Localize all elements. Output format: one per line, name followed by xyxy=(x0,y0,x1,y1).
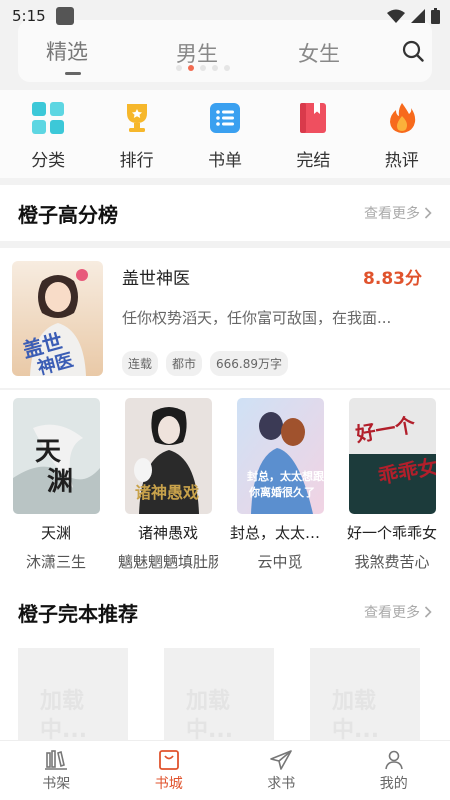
book-icon xyxy=(295,100,331,136)
bottom-nav: 书架 书城 求书 我的 xyxy=(0,740,450,800)
book-item[interactable]: 诸神愚戏 诸神愚戏 魑魅魍魉填肚肠 xyxy=(118,398,218,572)
book-cover: 封总，太太想跟 你离婚很久了 xyxy=(236,398,324,514)
battery-icon xyxy=(431,8,440,24)
list-icon xyxy=(207,100,243,136)
profile-icon xyxy=(384,750,403,769)
book-author: 云中觅 xyxy=(257,553,303,571)
grid-icon xyxy=(30,100,66,136)
category-ranking[interactable]: 排行 xyxy=(102,90,172,178)
featured-title: 盖世神医 xyxy=(122,269,190,289)
nav-bookshelf[interactable]: 书架 xyxy=(0,741,113,800)
featured-score: 8.83分 xyxy=(363,269,422,289)
notification-icon xyxy=(55,7,74,25)
book-author: 沐潇三生 xyxy=(25,553,86,571)
high-score-header: 橙子高分榜 查看更多 xyxy=(0,185,450,241)
category-row: 分类 排行 书单 完结 热评 xyxy=(0,90,450,178)
category-completed[interactable]: 完结 xyxy=(278,90,348,178)
book-cover: 好一个 乖乖女 xyxy=(348,398,436,514)
book-item[interactable]: 封总，太太想跟 你离婚很久了 封总，太太想... 云中觅 xyxy=(230,398,330,572)
category-hot-comments[interactable]: 热评 xyxy=(367,90,437,178)
bookshelf-icon xyxy=(45,749,68,770)
carousel-dots xyxy=(176,65,230,71)
section-title: 橙子完本推荐 xyxy=(18,601,138,626)
tab-female[interactable]: 女生 xyxy=(298,38,340,68)
trophy-icon xyxy=(119,100,155,136)
complete-more-link[interactable]: 查看更多 xyxy=(364,602,432,622)
svg-text:诸神愚戏: 诸神愚戏 xyxy=(135,483,199,502)
tag-genre: 都市 xyxy=(166,351,203,376)
loading-placeholder: 加载中... xyxy=(310,648,420,743)
high-score-grid: 天 渊 天渊 沐潇三生 诸神愚戏 诸神愚戏 魑魅魍魉填肚肠 封总，太太想跟 你离… xyxy=(0,390,450,585)
svg-text:你离婚很久了: 你离婚很久了 xyxy=(248,485,315,499)
section-title: 橙子高分榜 xyxy=(18,202,118,227)
book-cover: 诸神愚戏 xyxy=(124,398,212,514)
status-time: 5:15 xyxy=(12,7,46,25)
complete-placeholders: 加载中... 加载中... 加载中... xyxy=(0,640,450,743)
loading-placeholder: 加载中... xyxy=(164,648,274,743)
loading-placeholder: 加载中... xyxy=(18,648,128,743)
book-author: 魑魅魍魉填肚肠 xyxy=(118,553,218,571)
chevron-right-icon xyxy=(424,606,432,618)
high-score-more-link[interactable]: 查看更多 xyxy=(364,203,432,223)
wifi-icon xyxy=(387,9,405,23)
category-booklist[interactable]: 书单 xyxy=(190,90,260,178)
book-author: 我煞费苦心 xyxy=(354,553,430,571)
book-title: 封总，太太想... xyxy=(230,524,330,542)
tag-wordcount: 666.89万字 xyxy=(210,351,289,376)
book-cover: 盖世 神医 xyxy=(12,261,103,376)
search-icon xyxy=(402,40,424,62)
book-cover: 天 渊 xyxy=(12,398,100,514)
complete-header: 橙子完本推荐 查看更多 xyxy=(0,584,450,640)
tab-indicator xyxy=(65,72,81,75)
nav-request-book[interactable]: 求书 xyxy=(225,741,338,800)
search-button[interactable] xyxy=(402,40,424,66)
svg-text:天: 天 xyxy=(35,437,61,467)
flame-icon xyxy=(384,100,420,136)
book-item[interactable]: 好一个 乖乖女 好一个乖乖女 我煞费苦心 xyxy=(342,398,442,572)
book-title: 好一个乖乖女 xyxy=(346,524,437,542)
featured-description: 任你权势滔天，任你富可敌国，在我面... xyxy=(122,309,392,327)
store-icon xyxy=(158,749,179,770)
featured-book[interactable]: 盖世 神医 盖世神医 8.83分 任你权势滔天，任你富可敌国，在我面... 连载… xyxy=(0,248,450,388)
book-title: 天渊 xyxy=(40,524,71,542)
category-classify[interactable]: 分类 xyxy=(13,90,83,178)
nav-profile[interactable]: 我的 xyxy=(338,741,450,800)
svg-text:封总，太太想跟: 封总，太太想跟 xyxy=(247,469,324,483)
send-icon xyxy=(270,749,293,770)
tag-status: 连载 xyxy=(122,351,159,376)
nav-bookstore[interactable]: 书城 xyxy=(113,741,226,800)
svg-text:渊: 渊 xyxy=(47,467,73,497)
tab-featured[interactable]: 精选 xyxy=(46,36,88,66)
status-bar: 5:15 xyxy=(0,0,450,32)
chevron-right-icon xyxy=(424,207,432,219)
book-item[interactable]: 天 渊 天渊 沐潇三生 xyxy=(6,398,106,572)
signal-icon xyxy=(411,9,425,23)
featured-tags: 连载 都市 666.89万字 xyxy=(122,351,289,376)
book-title: 诸神愚戏 xyxy=(137,524,198,542)
tab-male[interactable]: 男生 xyxy=(176,38,218,68)
